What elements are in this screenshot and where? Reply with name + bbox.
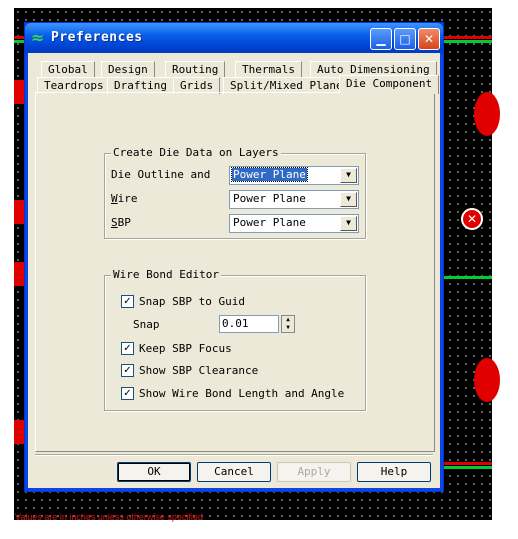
wire-select[interactable]: Power Plane ▼: [229, 190, 359, 209]
title-bar[interactable]: ≈ Preferences ▁ □ ✕: [25, 23, 443, 53]
cad-pad: [14, 200, 24, 224]
tab-die-component[interactable]: Die Component: [339, 75, 440, 94]
tab-thermals[interactable]: Thermals: [235, 61, 302, 78]
chevron-down-icon[interactable]: ▼: [340, 216, 357, 231]
cad-pad: [14, 80, 24, 104]
cad-pad: [14, 262, 24, 286]
wire-bond-group: Wire Bond Editor ✓ Snap SBP to Guid Snap…: [104, 268, 366, 411]
show-clearance-checkbox[interactable]: ✓: [121, 364, 134, 377]
show-clearance-label[interactable]: Show SBP Clearance: [139, 364, 258, 377]
tab-design[interactable]: Design: [101, 61, 155, 78]
tab-global[interactable]: Global: [41, 61, 95, 78]
show-length-checkbox[interactable]: ✓: [121, 387, 134, 400]
status-text: Values are in inches unless otherwise sp…: [15, 512, 203, 522]
chevron-up-icon[interactable]: ▲: [282, 316, 294, 324]
chevron-down-icon[interactable]: ▼: [340, 168, 357, 183]
close-button[interactable]: ✕: [418, 28, 440, 50]
app-icon: ≈: [31, 28, 45, 47]
tab-routing[interactable]: Routing: [165, 61, 226, 78]
snap-sbp-label[interactable]: Snap SBP to Guid: [139, 295, 245, 308]
snap-label: Snap: [133, 318, 160, 331]
cad-via: ✕: [461, 208, 483, 230]
snap-input[interactable]: 0.01: [219, 315, 279, 333]
minimize-button[interactable]: ▁: [370, 28, 392, 50]
chevron-down-icon[interactable]: ▼: [282, 324, 294, 332]
cad-pad: [474, 92, 500, 136]
die-data-group: Create Die Data on Layers Die Outline an…: [104, 146, 366, 239]
sbp-label-mnemonic: S: [111, 216, 118, 229]
separator: [35, 454, 433, 456]
wire-label: Wire: [111, 192, 138, 205]
preferences-dialog: ≈ Preferences ▁ □ ✕ Global Design Routin…: [24, 22, 444, 492]
sbp-value: Power Plane: [233, 216, 306, 229]
cad-pad: [474, 358, 500, 402]
apply-button[interactable]: Apply: [277, 462, 351, 482]
die-data-group-title: Create Die Data on Layers: [111, 146, 281, 159]
tab-panel: Create Die Data on Layers Die Outline an…: [35, 92, 435, 452]
cad-trace-green: [440, 276, 492, 279]
chevron-down-icon[interactable]: ▼: [340, 192, 357, 207]
sbp-select[interactable]: Power Plane ▼: [229, 214, 359, 233]
keep-focus-checkbox[interactable]: ✓: [121, 342, 134, 355]
wire-value: Power Plane: [233, 192, 306, 205]
keep-focus-label[interactable]: Keep SBP Focus: [139, 342, 232, 355]
cancel-button[interactable]: Cancel: [197, 462, 271, 482]
help-button[interactable]: Help: [357, 462, 431, 482]
sbp-label: SBP: [111, 216, 131, 229]
snap-sbp-checkbox[interactable]: ✓: [121, 295, 134, 308]
wire-label-mnemonic: W: [111, 192, 118, 205]
maximize-button[interactable]: □: [394, 28, 416, 50]
die-outline-value: Power Plane: [231, 167, 308, 182]
wire-bond-group-title: Wire Bond Editor: [111, 268, 221, 281]
die-outline-select[interactable]: Power Plane ▼: [229, 166, 359, 185]
die-outline-label: Die Outline and: [111, 168, 211, 181]
ok-button[interactable]: OK: [117, 462, 191, 482]
window-title: Preferences: [51, 30, 143, 45]
snap-stepper[interactable]: ▲ ▼: [281, 315, 295, 333]
cad-trace-green: [440, 466, 492, 469]
cad-trace-red: [440, 462, 492, 465]
show-length-label[interactable]: Show Wire Bond Length and Angle: [139, 387, 344, 400]
cad-pad: [14, 420, 24, 444]
